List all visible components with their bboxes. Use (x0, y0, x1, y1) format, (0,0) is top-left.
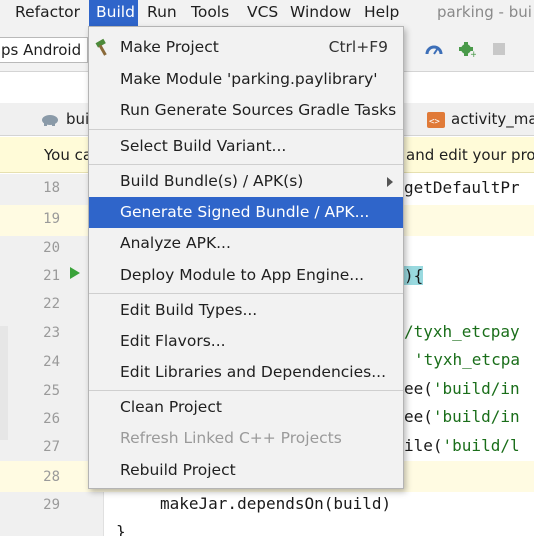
line-number: 28 (43, 469, 60, 485)
menu-item-clean-project[interactable]: Clean Project (89, 392, 403, 423)
code-line-30: } (116, 522, 126, 536)
tab-activity-layout[interactable]: activity_ma (451, 103, 534, 136)
code-line-29: makeJar.dependsOn(build) (160, 494, 392, 513)
menu-item-run-generate-sources[interactable]: Run Generate Sources Gradle Tasks (89, 95, 403, 126)
menu-item-generate-signed-bundle[interactable]: Generate Signed Bundle / APK... (89, 197, 403, 228)
line-number: 21 (43, 268, 60, 284)
menu-item-label: Refresh Linked C++ Projects (120, 429, 342, 447)
menu-build[interactable]: Build (89, 0, 138, 26)
notification-text-right: and edit your pro (406, 146, 534, 164)
line-number: 27 (43, 439, 60, 455)
code-line-24: 'tyxh_etcpa (414, 350, 520, 369)
menubar: Refactor Build Run Tools VCS Window Help… (0, 0, 534, 26)
menu-item-label: Build Bundle(s) / APK(s) (120, 172, 304, 190)
menu-item-label: Generate Signed Bundle / APK... (120, 203, 370, 221)
code-line-23: /tyxh_etcpay (404, 322, 520, 341)
menu-item-label: Analyze APK... (120, 234, 231, 252)
line-number: 22 (43, 296, 60, 312)
menu-item-label: Rebuild Project (120, 461, 236, 479)
code-line-27-string: 'build/l (442, 436, 520, 455)
scroll-marker (0, 326, 8, 440)
menu-separator (89, 164, 403, 165)
menu-item-label: Edit Flavors... (120, 332, 226, 350)
svg-text:+: + (470, 50, 476, 58)
code-line-25: ee('build/in (404, 379, 520, 398)
line-number: 24 (43, 354, 60, 370)
menu-item-label: Edit Build Types... (120, 301, 258, 319)
menu-item-select-build-variant[interactable]: Select Build Variant... (89, 131, 403, 162)
menu-window[interactable]: Window (290, 0, 351, 26)
hammer-icon (95, 38, 107, 56)
code-line-21: ){ (404, 266, 424, 285)
line-number: 25 (43, 383, 60, 399)
code-line-26: ee('build/in (404, 407, 520, 426)
line-number: 19 (43, 211, 60, 227)
code-line-25-call: ee( (404, 379, 433, 398)
code-line-27: ile('build/l (404, 436, 520, 455)
line-number: 18 (43, 180, 60, 196)
menu-item-shortcut: Ctrl+F9 (328, 38, 388, 56)
menu-item-label: Make Project (120, 38, 219, 56)
menu-item-edit-libraries[interactable]: Edit Libraries and Dependencies... (89, 357, 403, 388)
apply-changes-icon[interactable]: + (458, 40, 476, 58)
menu-help[interactable]: Help (364, 0, 399, 26)
code-line-26-call: ee( (404, 407, 433, 426)
menu-item-analyze-apk[interactable]: Analyze APK... (89, 228, 403, 259)
code-line-21-text: ){ (404, 266, 424, 285)
line-number: 26 (43, 411, 60, 427)
notification-text-left: You ca (44, 146, 93, 164)
menu-item-refresh-linked-cpp: Refresh Linked C++ Projects (89, 423, 403, 454)
code-line-18: getDefaultPr (404, 178, 520, 197)
run-gutter-icon[interactable] (70, 267, 80, 279)
stop-icon[interactable] (490, 40, 508, 58)
run-configuration-selector[interactable]: ps Android H (0, 37, 88, 63)
menu-item-label: Clean Project (120, 398, 222, 416)
menu-separator (89, 293, 403, 294)
line-number: 29 (43, 497, 60, 513)
menu-separator (89, 390, 403, 391)
menu-item-label: Run Generate Sources Gradle Tasks (120, 101, 397, 119)
menu-item-build-bundles-apks[interactable]: Build Bundle(s) / APK(s) (89, 166, 403, 197)
line-number: 20 (43, 240, 60, 256)
code-line-25-string: 'build/in (432, 379, 520, 398)
xml-file-icon: <> (427, 112, 445, 128)
menu-item-rebuild-project[interactable]: Rebuild Project (89, 455, 403, 486)
svg-text:<>: <> (429, 117, 440, 127)
code-line-26-string: 'build/in (432, 407, 520, 426)
menu-item-deploy-module[interactable]: Deploy Module to App Engine... (89, 260, 403, 291)
menu-item-make-project[interactable]: Make Project Ctrl+F9 (89, 32, 403, 63)
profiler-icon[interactable] (425, 40, 443, 58)
menu-item-label: Edit Libraries and Dependencies... (120, 363, 386, 381)
menu-item-edit-flavors[interactable]: Edit Flavors... (89, 326, 403, 357)
menu-item-edit-build-types[interactable]: Edit Build Types... (89, 295, 403, 326)
window-title: parking - bui (437, 3, 532, 21)
menu-item-label: Deploy Module to App Engine... (120, 266, 365, 284)
menu-item-make-module[interactable]: Make Module 'parking.paylibrary' (89, 64, 403, 95)
menu-separator (89, 129, 403, 130)
menu-run[interactable]: Run (147, 0, 177, 26)
menu-refactor[interactable]: Refactor (15, 0, 80, 26)
gradle-elephant-icon (42, 115, 58, 126)
line-number: 23 (43, 325, 60, 341)
build-menu: Make Project Ctrl+F9 Make Module 'parkin… (88, 26, 404, 489)
menu-item-label: Select Build Variant... (120, 137, 287, 155)
code-line-27-call: ile( (404, 436, 443, 455)
tab-build-gradle[interactable]: bui (66, 103, 89, 136)
menu-vcs[interactable]: VCS (247, 0, 278, 26)
menu-item-label: Make Module 'parking.paylibrary' (120, 70, 378, 88)
menu-tools[interactable]: Tools (191, 0, 229, 26)
submenu-arrow-icon (387, 177, 393, 187)
